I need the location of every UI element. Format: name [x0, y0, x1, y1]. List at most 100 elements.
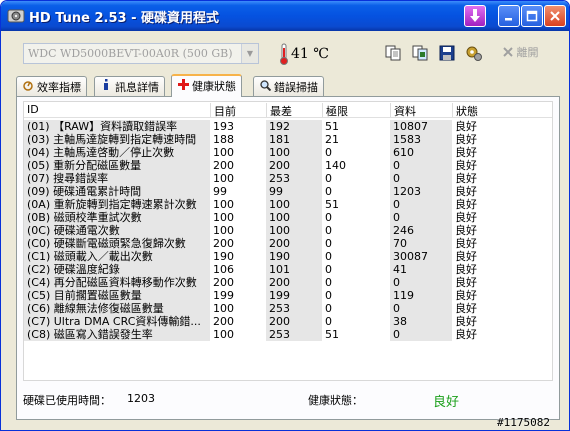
column-header-worst[interactable]: 最差 [266, 103, 322, 117]
tab-label: 效率指標 [37, 81, 81, 94]
minimize-button[interactable] [498, 5, 520, 27]
title-bar[interactable]: HD Tune 2.53 - 硬碟資用程式 [1, 1, 569, 31]
tab-error-scan[interactable]: 錯誤掃描 [253, 76, 324, 96]
table-row[interactable]: (0A) 重新旋轉到指定轉速累計次數 100 100 51 0 良好 [24, 198, 552, 211]
table-row[interactable]: (0B) 磁頭校準重試次數 100 100 0 0 良好 [24, 211, 552, 224]
column-header-threshold[interactable]: 極限 [322, 103, 390, 117]
save-icon[interactable] [438, 44, 456, 62]
temperature-readout: 41 ℃ [291, 46, 329, 62]
cell-current: 200 [213, 237, 234, 250]
tab-benchmark[interactable]: 效率指標 [16, 76, 87, 96]
column-header-status[interactable]: 狀態 [452, 103, 552, 117]
tab-health[interactable]: 健康狀態 [171, 74, 242, 97]
table-row[interactable]: (03) 主軸馬達旋轉到指定轉速時間 188 181 21 1583 良好 [24, 133, 552, 146]
exit-button[interactable]: 離開 [503, 44, 539, 60]
close-button[interactable] [544, 5, 566, 27]
cell-worst: 253 [266, 302, 322, 315]
cell-status: 良好 [452, 224, 552, 237]
cell-status: 良好 [452, 263, 552, 276]
cell-threshold: 0 [325, 250, 332, 263]
cell-worst: 253 [266, 172, 322, 185]
magnifier-icon [259, 80, 271, 94]
power-on-hours-value: 1203 [127, 392, 155, 405]
tab-info[interactable]: 訊息詳情 [94, 76, 165, 96]
hdtune-app-icon [7, 9, 25, 23]
copy-text-icon[interactable] [384, 44, 402, 62]
exit-x-icon [503, 47, 513, 57]
cell-current: 190 [213, 250, 234, 263]
cell-threshold: 51 [325, 328, 339, 341]
cell-threshold: 51 [325, 120, 339, 133]
table-row[interactable]: (C6) 離線無法修復磁區數量 100 253 0 0 良好 [24, 302, 552, 315]
chevron-down-icon[interactable]: ▼ [241, 44, 258, 63]
cell-current: 100 [213, 198, 234, 211]
cell-data: 0 [390, 198, 452, 211]
download-button[interactable] [464, 5, 486, 27]
cell-data: 0 [390, 211, 452, 224]
cell-id: (C5) 目前擱置磁區數量 [24, 289, 210, 302]
table-row[interactable]: (C5) 目前擱置磁區數量 199 199 0 119 良好 [24, 289, 552, 302]
app-window: HD Tune 2.53 - 硬碟資用程式 WDC WD5000BEVT-00A… [0, 0, 570, 431]
cell-worst: 192 [266, 120, 322, 133]
table-row[interactable]: (04) 主軸馬達啓動／停止次數 100 100 0 610 良好 [24, 146, 552, 159]
table-row[interactable]: (05) 重新分配磁區數量 200 200 140 0 良好 [24, 159, 552, 172]
table-row[interactable]: (C7) Ultra DMA CRC資料傳輸錯... 200 200 0 38 良好 [24, 315, 552, 328]
column-header-current[interactable]: 目前 [210, 103, 266, 117]
cell-threshold: 0 [325, 315, 332, 328]
cell-status: 良好 [452, 276, 552, 289]
column-header-data[interactable]: 資料 [390, 103, 452, 117]
cell-id: (C1) 磁頭載入／載出次數 [24, 250, 210, 263]
cell-status: 良好 [452, 237, 552, 250]
table-row[interactable]: (C2) 硬碟溫度紀錄 106 101 0 41 良好 [24, 263, 552, 276]
table-header: ID 目前 最差 極限 資料 狀態 [24, 102, 552, 118]
health-cross-icon [177, 79, 189, 93]
minimize-icon [505, 18, 512, 21]
cell-current: 100 [213, 328, 234, 341]
table-row[interactable]: (C8) 磁區寫入錯誤發生率 100 253 51 0 良好 [24, 328, 552, 341]
cell-current: 106 [213, 263, 234, 276]
drive-selector[interactable]: WDC WD5000BEVT-00A0R (500 GB) ▼ [23, 43, 259, 64]
cell-status: 良好 [452, 289, 552, 302]
cell-status: 良好 [452, 315, 552, 328]
table-row[interactable]: (01) 【RAW】資料讀取錯誤率 193 192 51 10807 良好 [24, 120, 552, 133]
maximize-button[interactable] [521, 5, 543, 27]
cell-status: 良好 [452, 250, 552, 263]
cell-current: 100 [213, 302, 234, 315]
cell-threshold: 0 [325, 302, 332, 315]
health-status-value: 良好 [433, 395, 460, 410]
cell-data: 610 [390, 146, 452, 159]
cell-data: 0 [390, 172, 452, 185]
column-header-id[interactable]: ID [24, 103, 210, 117]
table-row[interactable]: (C0) 硬碟斷電磁頭緊急復歸次數 200 200 0 70 良好 [24, 237, 552, 250]
cell-current: 100 [213, 146, 234, 159]
cell-current: 200 [213, 159, 234, 172]
options-gear-icon[interactable] [465, 44, 483, 62]
table-row[interactable]: (07) 搜尋錯誤率 100 253 0 0 良好 [24, 172, 552, 185]
cell-threshold: 0 [325, 237, 332, 250]
table-row[interactable]: (09) 硬碟通電累計時間 99 99 0 1203 良好 [24, 185, 552, 198]
cell-id: (09) 硬碟通電累計時間 [24, 185, 210, 198]
cell-current: 188 [213, 133, 234, 146]
cell-data: 30087 [390, 250, 452, 263]
cell-current: 100 [213, 172, 234, 185]
copy-screenshot-icon[interactable] [411, 44, 429, 62]
table-row[interactable]: (C4) 再分配磁區資料轉移動作次數 200 200 0 0 良好 [24, 276, 552, 289]
table-row[interactable]: (0C) 硬碟通電次數 100 100 0 246 良好 [24, 224, 552, 237]
cell-worst: 199 [266, 289, 322, 302]
cell-worst: 200 [266, 159, 322, 172]
cell-threshold: 140 [325, 159, 346, 172]
cell-id: (C6) 離線無法修復磁區數量 [24, 302, 210, 315]
tab-label: 錯誤掃描 [274, 81, 318, 94]
cell-id: (04) 主軸馬達啓動／停止次數 [24, 146, 210, 159]
cell-current: 200 [213, 315, 234, 328]
cell-status: 良好 [452, 211, 552, 224]
cell-threshold: 21 [325, 133, 339, 146]
cell-id: (0B) 磁頭校準重試次數 [24, 211, 210, 224]
cell-id: (C2) 硬碟溫度紀錄 [24, 263, 210, 276]
cell-threshold: 51 [325, 198, 339, 211]
cell-data: 10807 [390, 120, 452, 133]
table-row[interactable]: (C1) 磁頭載入／載出次數 190 190 0 30087 良好 [24, 250, 552, 263]
cell-current: 100 [213, 224, 234, 237]
cell-current: 193 [213, 120, 234, 133]
cell-data: 246 [390, 224, 452, 237]
